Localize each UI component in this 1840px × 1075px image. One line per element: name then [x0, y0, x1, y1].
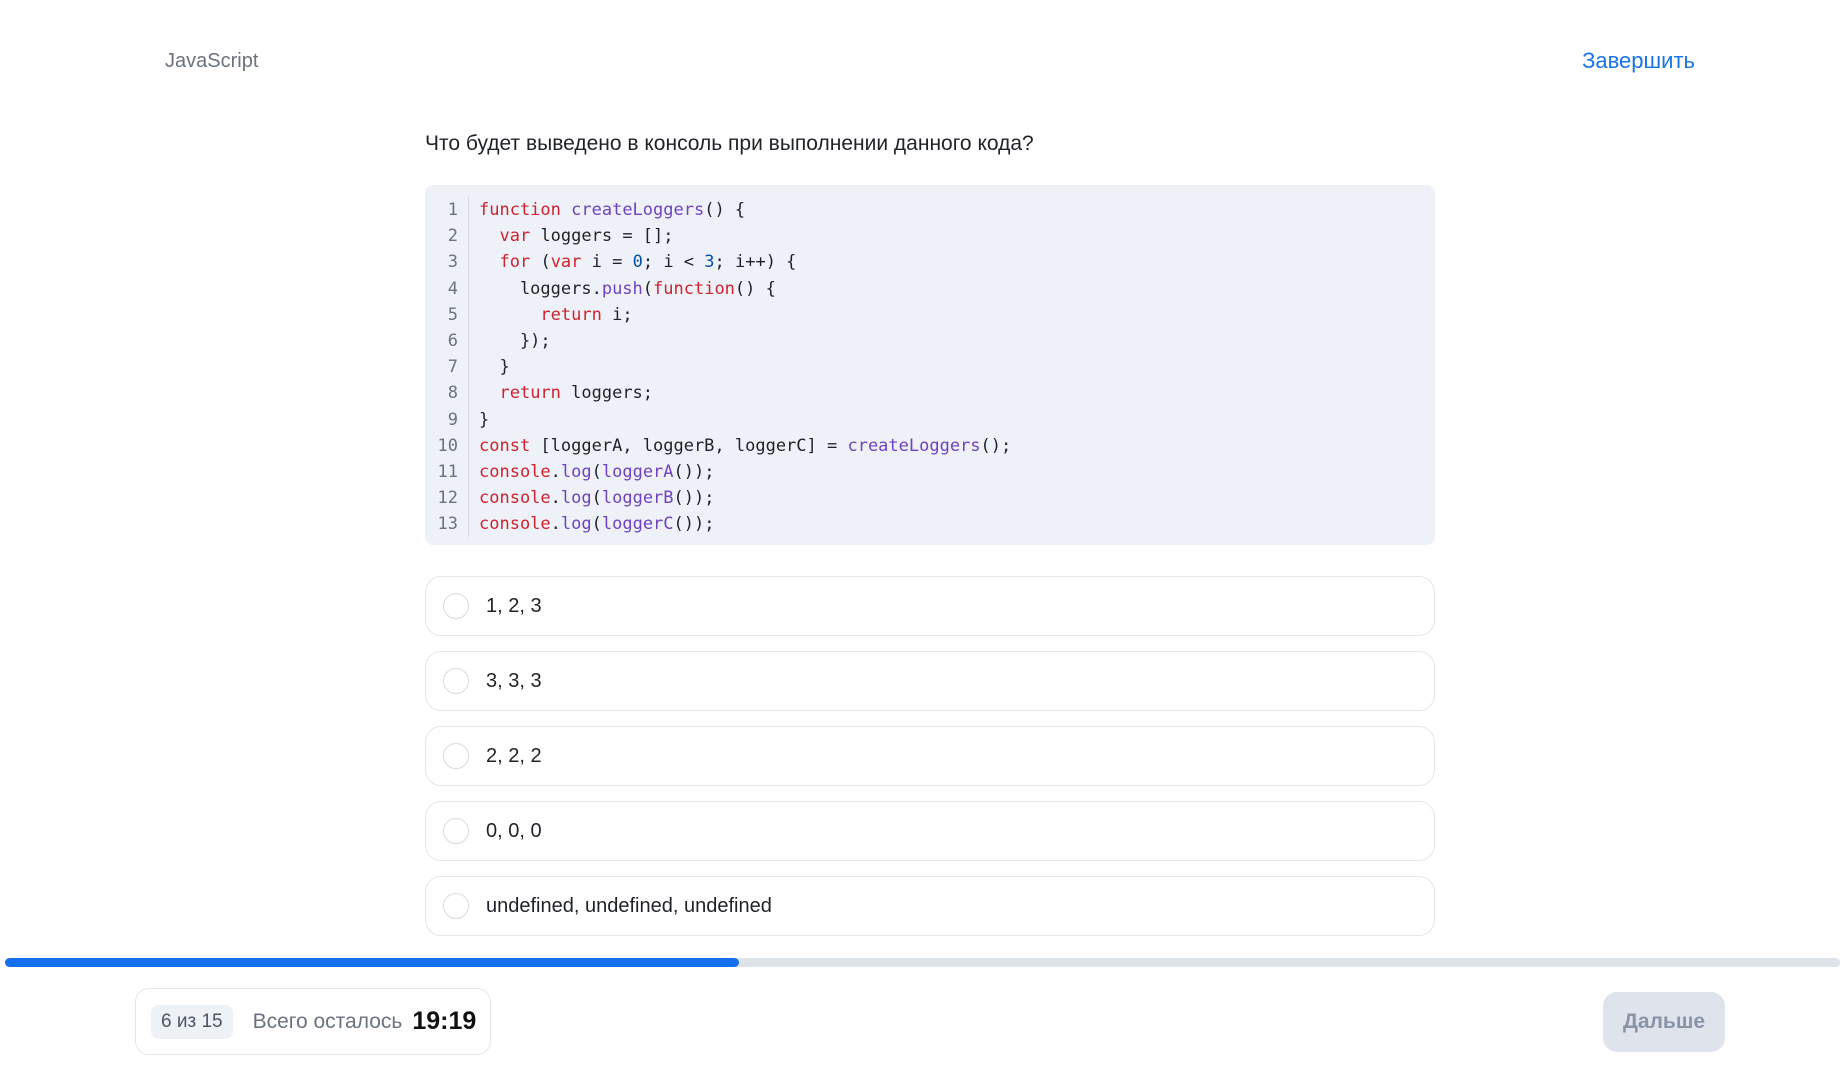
- radio-icon[interactable]: [443, 818, 469, 844]
- code-text: for (var i = 0; i < 3; i++) {: [499, 252, 797, 273]
- answer-option-2[interactable]: 3, 3, 3: [425, 651, 1435, 711]
- line-number: 9: [425, 406, 469, 433]
- topic-title: JavaScript: [165, 50, 259, 72]
- quiz-page: JavaScript Завершить Что будет выведено …: [0, 0, 1840, 1075]
- code-line: 12 console.log(loggerB());: [425, 485, 1435, 512]
- code-line: 2 var loggers = [];: [425, 223, 1435, 250]
- code-line: 8 return loggers;: [425, 380, 1435, 407]
- code-text: var loggers = [];: [499, 226, 674, 247]
- finish-button[interactable]: Завершить: [1582, 48, 1695, 74]
- question-text: Что будет выведено в консоль при выполне…: [425, 132, 1034, 155]
- code-text: }: [479, 357, 510, 378]
- line-number: 6: [425, 327, 469, 355]
- code-text: return loggers;: [499, 383, 654, 404]
- code-text: const [loggerA, loggerB, loggerC] = crea…: [479, 435, 1012, 456]
- answer-option-3[interactable]: 2, 2, 2: [425, 726, 1435, 786]
- code-line: 6 });: [425, 327, 1435, 355]
- radio-icon[interactable]: [443, 593, 469, 619]
- answer-option-label: 0, 0, 0: [486, 819, 542, 842]
- quiz-status: 6 из 15 Всего осталось 19:19: [135, 988, 491, 1055]
- code-text: function createLoggers() {: [479, 200, 746, 221]
- line-number: 10: [425, 432, 469, 459]
- answer-option-label: 1, 2, 3: [486, 594, 542, 617]
- code-text: console.log(loggerB());: [479, 488, 715, 509]
- radio-icon[interactable]: [443, 668, 469, 694]
- line-number: 8: [425, 380, 469, 407]
- code-text: }: [479, 409, 490, 430]
- code-line: 13 console.log(loggerC());: [425, 511, 1435, 538]
- line-number: 12: [425, 485, 469, 512]
- line-number: 1: [425, 197, 469, 224]
- answer-option-5[interactable]: undefined, undefined, undefined: [425, 876, 1435, 936]
- radio-icon[interactable]: [443, 743, 469, 769]
- code-line: 3 for (var i = 0; i < 3; i++) {: [425, 249, 1435, 276]
- answer-option-1[interactable]: 1, 2, 3: [425, 576, 1435, 636]
- line-number: 4: [425, 275, 469, 302]
- line-number: 5: [425, 301, 469, 328]
- line-number: 3: [425, 249, 469, 276]
- line-number: 7: [425, 354, 469, 381]
- answer-option-4[interactable]: 0, 0, 0: [425, 801, 1435, 861]
- question-counter-badge: 6 из 15: [151, 1004, 233, 1039]
- next-button[interactable]: Дальше: [1603, 992, 1725, 1052]
- code-line: 10 const [loggerA, loggerB, loggerC] = cr…: [425, 432, 1435, 459]
- code-text: });: [479, 331, 551, 352]
- code-line: 9}: [425, 406, 1435, 433]
- code-text: loggers.push(function() {: [479, 278, 776, 299]
- code-text: console.log(loggerA());: [479, 461, 715, 482]
- answer-option-label: 2, 2, 2: [486, 744, 542, 767]
- code-line: 4 loggers.push(function() {: [425, 275, 1435, 302]
- code-line: 1 function createLoggers() {: [425, 197, 1435, 224]
- line-number: 13: [425, 511, 469, 538]
- line-number: 11: [425, 458, 469, 486]
- radio-icon[interactable]: [443, 893, 469, 919]
- code-line: 7 }: [425, 354, 1435, 381]
- progress-bar-fill: [5, 958, 739, 967]
- code-text: return i;: [540, 304, 633, 325]
- time-remaining-label: Всего осталось: [252, 1009, 403, 1033]
- answer-option-label: 3, 3, 3: [486, 669, 542, 692]
- timer: 19:19: [412, 1007, 477, 1035]
- code-block: 1 function createLoggers() {2 var loggers…: [425, 185, 1435, 545]
- progress-bar: [5, 958, 1840, 967]
- code-line: 11 console.log(loggerA());: [425, 458, 1435, 486]
- answer-option-label: undefined, undefined, undefined: [486, 894, 772, 917]
- line-number: 2: [425, 223, 469, 250]
- code-line: 5 return i;: [425, 301, 1435, 328]
- code-text: console.log(loggerC());: [479, 514, 715, 535]
